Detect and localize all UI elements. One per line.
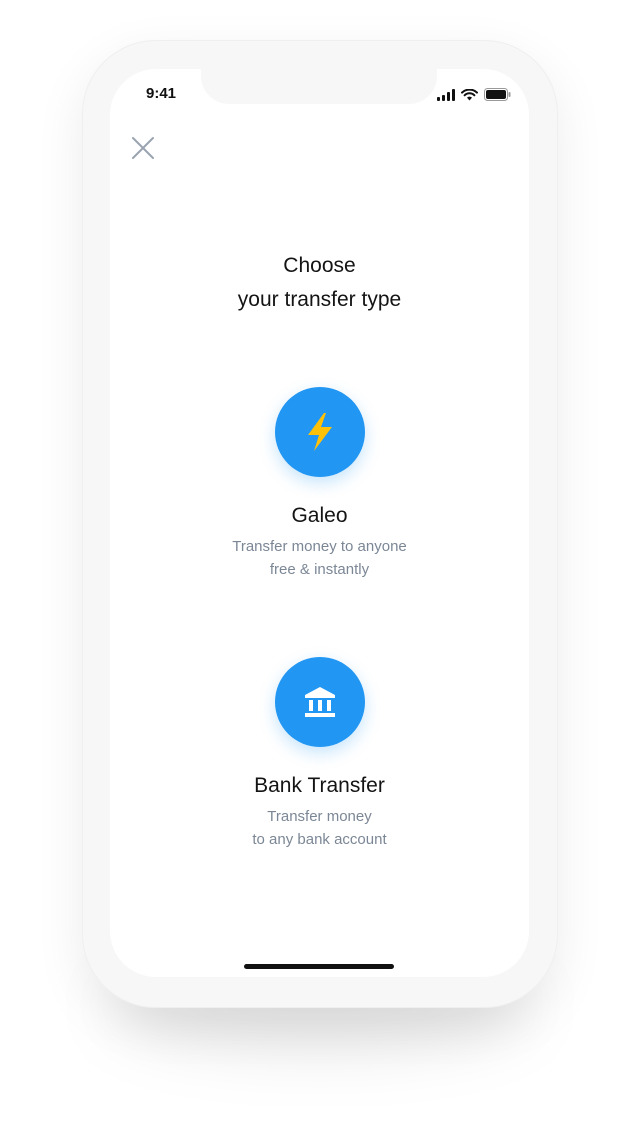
bank-option-title: Bank Transfer	[254, 774, 385, 797]
bank-transfer-option[interactable]: Bank Transfer Transfer money to any bank…	[110, 657, 529, 851]
galeo-option-title: Galeo	[291, 504, 348, 527]
phone-screen: 9:41 Choose your transfer type Galeo Tra…	[110, 69, 529, 977]
close-button[interactable]	[128, 133, 158, 163]
galeo-icon-circle[interactable]	[274, 387, 365, 477]
bank-desc-line-2: to any bank account	[252, 831, 387, 848]
bank-icon	[304, 687, 335, 717]
page-title-line-1: Choose	[283, 254, 356, 277]
bank-option-description: Transfer money to any bank account	[110, 805, 529, 851]
bank-desc-line-1: Transfer money	[267, 808, 372, 825]
status-icons	[437, 88, 511, 101]
signal-icon	[437, 88, 455, 101]
page: 9:41 Choose your transfer type Galeo Tra…	[0, 0, 640, 1128]
status-time: 9:41	[146, 85, 177, 102]
close-icon	[132, 137, 154, 159]
page-title: Choose your transfer type	[110, 249, 529, 317]
home-indicator	[244, 964, 394, 969]
notch	[201, 69, 437, 104]
galeo-option-description: Transfer money to anyone free & instantl…	[110, 535, 529, 581]
lightning-icon	[307, 413, 332, 451]
galeo-desc-line-2: free & instantly	[269, 561, 370, 578]
bank-icon-circle[interactable]	[274, 657, 365, 747]
wifi-icon	[461, 88, 478, 100]
battery-icon	[484, 88, 511, 101]
page-title-line-2: your transfer type	[237, 288, 402, 311]
galeo-transfer-option[interactable]: Galeo Transfer money to anyone free & in…	[110, 387, 529, 581]
galeo-desc-line-1: Transfer money to anyone	[232, 538, 407, 555]
